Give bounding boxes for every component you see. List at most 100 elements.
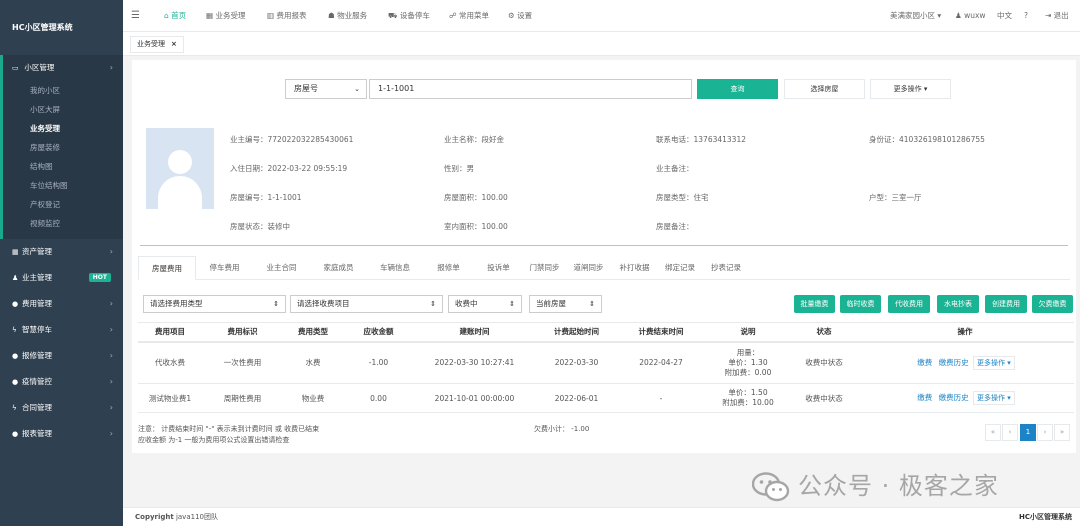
sidebar-group-contract[interactable]: ϟ 合同管理 › [0, 395, 123, 421]
caret-down-icon: ▾ [923, 85, 928, 93]
tab-meter-record[interactable]: 抄表记录 [702, 256, 750, 280]
cell-item: 代收水费 [138, 341, 202, 384]
tab-gate-sync[interactable]: 道闸同步 [566, 256, 611, 280]
sidebar-item-decoration[interactable]: 房屋装修 [3, 138, 123, 157]
community-dropdown[interactable]: 美满家园小区 ▾ [890, 0, 941, 32]
tab-access-sync[interactable]: 门禁同步 [523, 256, 566, 280]
cell-state: 收费中状态 [792, 341, 856, 384]
create-fee-button[interactable]: 创建费用 [985, 295, 1027, 313]
owed-subtotal: 欠费小计： -1.00 [534, 425, 590, 433]
pay-link[interactable]: 缴费 [917, 358, 932, 367]
fee-item-select[interactable]: 请选择收费项目 ⇕ [290, 295, 443, 313]
pay-history-link[interactable]: 缴费历史 [939, 358, 969, 367]
language-switch[interactable]: 中文 [997, 0, 1012, 32]
copyright: Copyright java110团队 [135, 513, 218, 521]
sidebar-group-asset[interactable]: ▦ 资产管理 › [0, 239, 123, 265]
cell-created: 2022-03-30 10:27:41 [414, 341, 535, 384]
select-room-button[interactable]: 选择房屋 [784, 79, 865, 99]
sidebar-item-property-reg[interactable]: 产权登记 [3, 195, 123, 214]
search-type-select[interactable]: 房屋号 ⌄ [285, 79, 367, 99]
sidebar-item-big-screen[interactable]: 小区大屏 [3, 100, 123, 119]
chevron-right-icon: › [109, 429, 113, 438]
pager-last[interactable]: » [1054, 424, 1070, 441]
bolt-icon: ϟ [12, 404, 17, 412]
owner-avatar [146, 128, 214, 209]
nav-label: 费用报表 [276, 11, 307, 20]
page-tab-business[interactable]: 业务受理 × [130, 36, 184, 53]
cell-ops: 缴费 缴费历史 更多操作 ▾ [856, 341, 1074, 384]
sidebar-item-parking-structure[interactable]: 车位结构图 [3, 176, 123, 195]
more-actions-label: 更多操作 [893, 85, 922, 93]
sidebar-group-epidemic[interactable]: ● 疫情管控 › [0, 369, 123, 395]
scope-select[interactable]: 当前房屋 ⇕ [529, 295, 602, 313]
caret-down-icon: ▾ [1007, 394, 1011, 402]
pager-first[interactable]: « [985, 424, 1001, 441]
pager-prev[interactable]: ‹ [1002, 424, 1018, 441]
pay-link[interactable]: 缴费 [917, 393, 932, 402]
batch-pay-button[interactable]: 批量缴费 [794, 295, 835, 313]
pay-history-link[interactable]: 缴费历史 [939, 393, 969, 402]
fee-type-value: 请选择费用类型 [150, 299, 203, 308]
sidebar-group-report[interactable]: ● 报表管理 › [0, 421, 123, 447]
sidebar-item-my-community[interactable]: 我的小区 [3, 81, 123, 100]
hamburger-icon[interactable]: ☰ [131, 10, 140, 21]
tab-family[interactable]: 家庭成员 [310, 256, 367, 280]
fee-item-value: 请选择收费项目 [297, 299, 350, 308]
tab-repair[interactable]: 报修单 [423, 256, 474, 280]
sort-icon: ⇕ [589, 300, 595, 308]
pager-page-1[interactable]: 1 [1020, 424, 1036, 441]
watermark-text: 公众号 · 极客之家 [798, 472, 999, 500]
sidebar-group-community[interactable]: ▭ 小区管理 › [0, 55, 123, 79]
col-header: 操作 [856, 322, 1074, 343]
row-more-button[interactable]: 更多操作 ▾ [973, 355, 1015, 370]
search-input[interactable]: 1-1-1001 [369, 79, 692, 99]
tab-reprint-receipt[interactable]: 补打收据 [611, 256, 658, 280]
more-actions-button[interactable]: 更多操作 ▾ [870, 79, 951, 99]
nav-settings[interactable]: ⚙ 设置 [508, 0, 532, 32]
nav-property-service[interactable]: ☗ 物业服务 [328, 0, 367, 32]
sidebar-group-fee[interactable]: ● 费用管理 › [0, 291, 123, 317]
cell-end: - [618, 383, 704, 413]
nav-business[interactable]: ▦ 业务受理 [206, 0, 245, 32]
nav-equipment-parking[interactable]: ⛟ 设备停车 [388, 0, 430, 32]
tab-parking-fee[interactable]: 停车费用 [196, 256, 253, 280]
tab-vehicle[interactable]: 车辆信息 [367, 256, 423, 280]
tab-complaint[interactable]: 投诉单 [474, 256, 523, 280]
sidebar-item-video[interactable]: 视频监控 [3, 214, 123, 233]
collect-fee-button[interactable]: 代收费用 [888, 295, 930, 313]
cell-end: 2022-04-27 [618, 341, 704, 384]
tab-room-fee[interactable]: 房屋费用 [138, 256, 196, 280]
nav-home[interactable]: ⌂ 首页 [164, 0, 186, 32]
user-menu[interactable]: ♟ wuxw [955, 0, 986, 32]
room-inner-area: 室内面积：100.00 [444, 222, 508, 231]
logout-link[interactable]: ⇥ 退出 [1045, 0, 1069, 32]
temp-charge-button[interactable]: 临时收费 [840, 295, 881, 313]
chevron-right-icon: › [109, 63, 113, 72]
fee-state-select[interactable]: 收费中 ⇕ [448, 295, 522, 313]
circle-icon: ● [12, 300, 19, 308]
detail-tabs: 房屋费用 停车费用 业主合同 家庭成员 车辆信息 报修单 投诉单 门禁同步 道闸… [138, 256, 1070, 280]
pager-next[interactable]: › [1037, 424, 1053, 441]
meter-reading-button[interactable]: 水电抄表 [937, 295, 979, 313]
row-more-button[interactable]: 更多操作 ▾ [973, 391, 1015, 405]
nav-fee-report[interactable]: ▥ 费用报表 [267, 0, 306, 32]
sidebar-group-repair[interactable]: ● 报修管理 › [0, 343, 123, 369]
sidebar-group-owner[interactable]: ♟ 业主管理 HOT [0, 265, 123, 291]
sidebar-group-label: 报修管理 [22, 351, 52, 360]
nav-common-menu[interactable]: ☍ 常用菜单 [449, 0, 489, 32]
main-panel: 房屋号 ⌄ 1-1-1001 查询 选择房屋 更多操作 ▾ 业主编号：772022… [132, 60, 1076, 453]
query-button[interactable]: 查询 [697, 79, 778, 99]
sidebar-item-structure[interactable]: 结构图 [3, 157, 123, 176]
help-icon[interactable]: ? [1024, 0, 1028, 32]
cell-flag: 一次性费用 [202, 341, 283, 384]
tab-bind-record[interactable]: 绑定记录 [658, 256, 702, 280]
tab-owner-contract[interactable]: 业主合同 [253, 256, 310, 280]
grid-icon: ▦ [12, 248, 19, 256]
arrears-pay-button[interactable]: 欠费缴费 [1032, 295, 1073, 313]
room-type: 房屋类型：住宅 [656, 193, 709, 202]
close-icon[interactable]: × [171, 40, 177, 48]
sidebar-item-business[interactable]: 业务受理 [3, 119, 123, 138]
fee-type-select[interactable]: 请选择费用类型 ⇕ [143, 295, 286, 313]
nav-label: 常用菜单 [458, 11, 489, 20]
sidebar-group-parking[interactable]: ϟ 智慧停车 › [0, 317, 123, 343]
